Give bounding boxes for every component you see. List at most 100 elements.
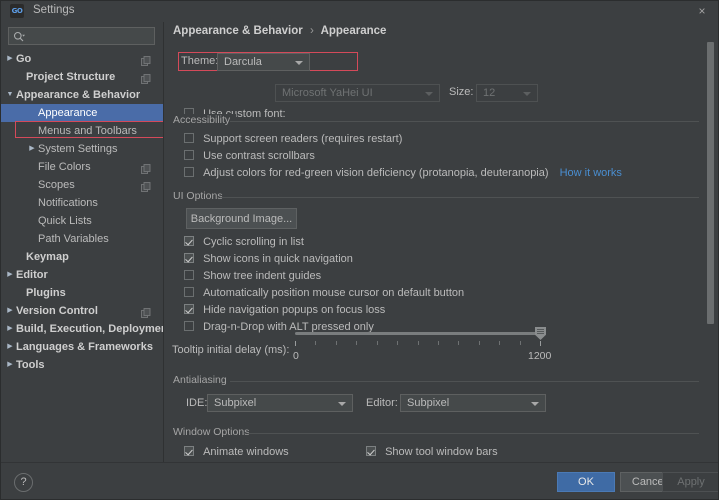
- sidebar-item-project-structure[interactable]: Project Structure: [0, 68, 163, 86]
- theme-dropdown[interactable]: Darcula: [217, 53, 310, 71]
- tooltip-delay-slider-thumb[interactable]: [535, 327, 546, 340]
- chevron-right-icon[interactable]: ▶: [5, 50, 15, 68]
- sidebar-item-scopes[interactable]: Scopes: [0, 176, 163, 194]
- animate-windows-checkbox[interactable]: [184, 446, 194, 456]
- sidebar-item-label: Plugins: [26, 287, 66, 299]
- search-field[interactable]: [8, 27, 155, 46]
- tooltip-delay-label: Tooltip initial delay (ms):: [172, 344, 290, 356]
- sidebar-item-keymap[interactable]: Keymap: [0, 248, 163, 266]
- editor-antialiasing-label: Editor:: [366, 397, 398, 409]
- how-it-works-link[interactable]: How it works: [560, 167, 622, 179]
- ui-options-group-title: UI Options: [173, 190, 229, 202]
- drag-n-drop-alt-checkbox[interactable]: [184, 321, 194, 331]
- cyclic-scrolling-row[interactable]: Cyclic scrolling in list: [184, 236, 304, 248]
- sidebar-item-label: Quick Lists: [38, 215, 92, 227]
- show-tool-window-bars-label: Show tool window bars: [385, 446, 498, 458]
- sidebar-item-label: File Colors: [38, 161, 91, 173]
- sidebar-item-menus-and-toolbars[interactable]: Menus and Toolbars: [0, 122, 163, 140]
- sidebar-item-quick-lists[interactable]: Quick Lists: [0, 212, 163, 230]
- show-tree-indent-guides-checkbox[interactable]: [184, 270, 194, 280]
- custom-font-value: Microsoft YaHei UI: [282, 87, 373, 99]
- sidebar-item-version-control[interactable]: ▶ Version Control: [0, 302, 163, 320]
- copy-icon[interactable]: [141, 162, 151, 174]
- sidebar-item-file-colors[interactable]: File Colors: [0, 158, 163, 176]
- slider-tick: [397, 341, 399, 345]
- sidebar-item-label: Project Structure: [26, 71, 116, 83]
- sidebar-item-plugins[interactable]: Plugins: [0, 284, 163, 302]
- breadcrumb-root[interactable]: Appearance & Behavior: [173, 25, 303, 37]
- hide-nav-popups-checkbox[interactable]: [184, 304, 194, 314]
- animate-windows-row[interactable]: Animate windows: [184, 446, 289, 458]
- chevron-right-icon[interactable]: ▶: [5, 302, 15, 320]
- chevron-right-icon[interactable]: ▶: [5, 356, 15, 374]
- slider-tick: [478, 341, 480, 345]
- slider-tick: [356, 341, 358, 345]
- show-icons-quick-nav-row[interactable]: Show icons in quick navigation: [184, 253, 353, 265]
- sidebar-item-appearance[interactable]: Appearance: [0, 104, 163, 122]
- font-size-dropdown[interactable]: 12: [476, 84, 538, 102]
- accessibility-group-title: Accessibility: [173, 114, 237, 126]
- support-screen-readers-checkbox[interactable]: [184, 133, 194, 143]
- search-input[interactable]: [31, 30, 150, 46]
- copy-icon[interactable]: [141, 54, 151, 66]
- chevron-right-icon[interactable]: ▶: [27, 140, 37, 158]
- window-title: Settings: [33, 4, 75, 16]
- sidebar-item-label: Tools: [16, 359, 45, 371]
- show-tool-window-bars-row[interactable]: Show tool window bars: [366, 446, 498, 458]
- ok-button[interactable]: OK: [557, 472, 615, 492]
- ide-antialiasing-dropdown[interactable]: Subpixel: [207, 394, 353, 412]
- adjust-colors-label: Adjust colors for red-green vision defic…: [203, 167, 549, 179]
- sidebar-item-system-settings[interactable]: ▶ System Settings: [0, 140, 163, 158]
- show-icons-quick-nav-label: Show icons in quick navigation: [203, 253, 353, 265]
- group-divider-line: [248, 433, 699, 434]
- sidebar-item-label: Keymap: [26, 251, 69, 263]
- sidebar-item-label: Menus and Toolbars: [38, 125, 137, 137]
- show-tool-window-bars-checkbox[interactable]: [366, 446, 376, 456]
- sidebar-item-path-variables[interactable]: Path Variables: [0, 230, 163, 248]
- chevron-right-icon[interactable]: ▶: [5, 338, 15, 356]
- slider-grip-icon: [537, 329, 544, 334]
- content-scrollbar[interactable]: [707, 42, 714, 324]
- auto-position-cursor-checkbox[interactable]: [184, 287, 194, 297]
- sidebar-item-appearance-behavior[interactable]: ▼ Appearance & Behavior: [0, 86, 163, 104]
- auto-position-cursor-row[interactable]: Automatically position mouse cursor on d…: [184, 287, 464, 299]
- theme-row: Theme:: [181, 55, 218, 67]
- copy-icon[interactable]: [141, 72, 151, 84]
- sidebar-item-label: Build, Execution, Deployment: [16, 323, 172, 335]
- sidebar-item-label: Editor: [16, 269, 48, 281]
- sidebar-item-go[interactable]: ▶ Go: [0, 50, 163, 68]
- show-icons-quick-nav-checkbox[interactable]: [184, 253, 194, 263]
- adjust-colors-row[interactable]: Adjust colors for red-green vision defic…: [184, 167, 622, 179]
- close-icon[interactable]: ×: [693, 3, 711, 19]
- ide-antialiasing-value: Subpixel: [214, 397, 257, 409]
- slider-tick: [437, 341, 439, 345]
- use-contrast-scrollbars-row[interactable]: Use contrast scrollbars: [184, 150, 315, 162]
- copy-icon[interactable]: [141, 180, 151, 192]
- sidebar-item-editor[interactable]: ▶ Editor: [0, 266, 163, 284]
- sidebar-item-label: Version Control: [16, 305, 98, 317]
- sidebar-item-tools[interactable]: ▶ Tools: [0, 356, 163, 374]
- sidebar-item-languages-frameworks[interactable]: ▶ Languages & Frameworks: [0, 338, 163, 356]
- show-tree-indent-guides-row[interactable]: Show tree indent guides: [184, 270, 321, 282]
- sidebar-item-build-execution-deployment[interactable]: ▶ Build, Execution, Deployment: [0, 320, 171, 338]
- support-screen-readers-row[interactable]: Support screen readers (requires restart…: [184, 133, 402, 145]
- chevron-down-icon[interactable]: ▼: [5, 86, 15, 104]
- tooltip-delay-slider-track[interactable]: [295, 332, 540, 335]
- sidebar-item-label: Appearance: [38, 107, 98, 119]
- cyclic-scrolling-checkbox[interactable]: [184, 236, 194, 246]
- adjust-colors-checkbox[interactable]: [184, 167, 194, 177]
- use-contrast-scrollbars-label: Use contrast scrollbars: [203, 150, 315, 162]
- search-icon: [13, 31, 25, 42]
- sidebar-item-notifications[interactable]: Notifications: [0, 194, 163, 212]
- use-contrast-scrollbars-checkbox[interactable]: [184, 150, 194, 160]
- background-image-button[interactable]: Background Image...: [186, 208, 297, 229]
- breadcrumb: Appearance & Behavior › Appearance: [173, 25, 386, 37]
- help-icon[interactable]: ?: [14, 473, 33, 492]
- settings-tree: ▶ Go Project Structure ▼ Appearance & Behavi…: [0, 50, 171, 460]
- custom-font-dropdown[interactable]: Microsoft YaHei UI: [275, 84, 440, 102]
- hide-nav-popups-row[interactable]: Hide navigation popups on focus loss: [184, 304, 385, 316]
- editor-antialiasing-dropdown[interactable]: Subpixel: [400, 394, 546, 412]
- copy-icon[interactable]: [141, 306, 151, 318]
- chevron-right-icon[interactable]: ▶: [5, 266, 15, 284]
- chevron-right-icon[interactable]: ▶: [5, 320, 15, 338]
